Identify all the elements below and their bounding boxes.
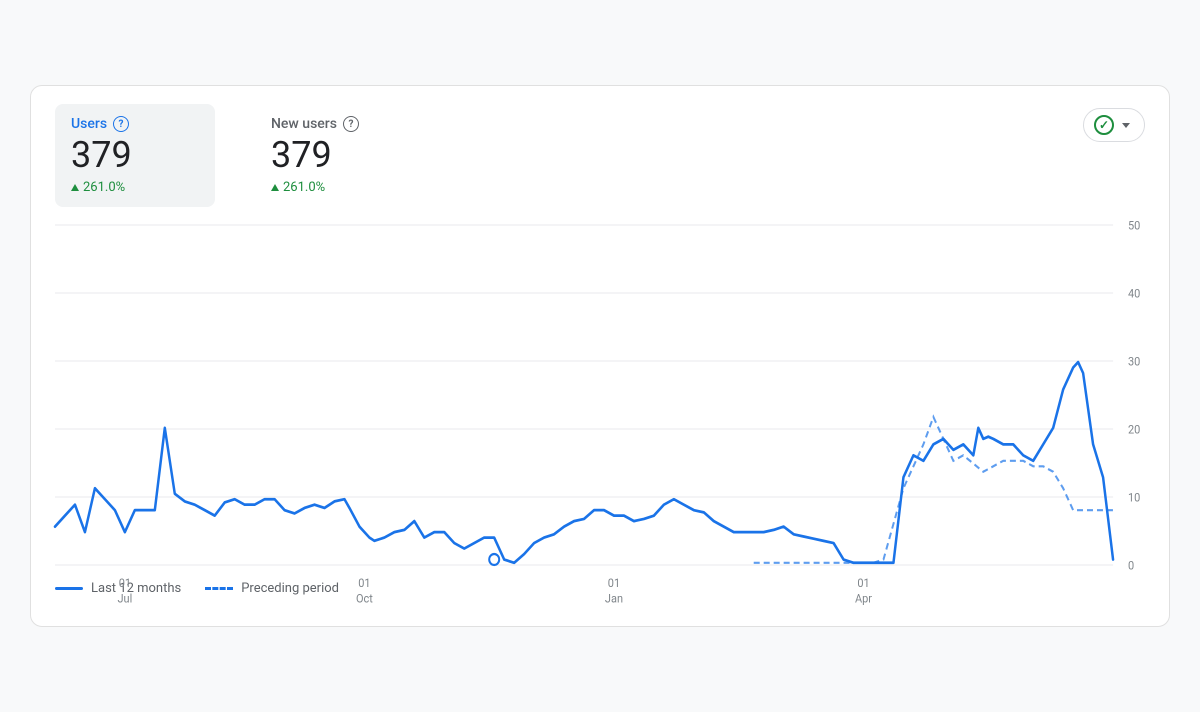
new-users-up-arrow	[271, 184, 279, 191]
y-label-50: 50	[1128, 218, 1140, 233]
users-label-text: Users	[71, 116, 107, 132]
x-label-jul: Jul	[117, 591, 132, 606]
new-users-change-value: 261.0%	[283, 180, 325, 195]
users-up-arrow	[71, 184, 79, 191]
main-line	[55, 362, 1113, 563]
users-value: 379	[71, 136, 195, 176]
checkmark-icon: ✓	[1099, 118, 1109, 132]
users-metric[interactable]: Users ? 379 261.0%	[55, 104, 215, 207]
new-users-help-icon[interactable]: ?	[343, 116, 359, 132]
x-label-jul-01: 01	[119, 575, 131, 590]
compare-button[interactable]: ✓	[1083, 108, 1145, 142]
y-label-0: 0	[1128, 558, 1134, 573]
users-label: Users ?	[71, 116, 195, 132]
line-chart: 01 Jul 01 Oct 01 Jan 01 Apr 50 40 30 20 …	[55, 225, 1145, 565]
x-label-oct: Oct	[356, 591, 373, 606]
new-users-label-text: New users	[271, 116, 337, 132]
y-label-40: 40	[1128, 286, 1140, 301]
legend-dashed-line	[205, 587, 233, 590]
new-users-metric[interactable]: New users ? 379 261.0%	[255, 104, 415, 207]
y-label-30: 30	[1128, 354, 1140, 369]
dropdown-arrow-icon	[1122, 123, 1130, 128]
x-label-apr: Apr	[855, 591, 872, 606]
metrics-row: Users ? 379 261.0% New users ? 379 261.0…	[31, 86, 1169, 225]
new-users-change: 261.0%	[271, 180, 395, 195]
users-change: 261.0%	[71, 180, 195, 195]
y-label-20: 20	[1128, 422, 1140, 437]
users-help-icon[interactable]: ?	[113, 116, 129, 132]
x-label-oct-01: 01	[358, 575, 370, 590]
legend-solid-label: Last 12 months	[91, 581, 181, 596]
y-label-10: 10	[1128, 490, 1140, 505]
check-circle-icon: ✓	[1094, 115, 1114, 135]
chart-legend: Last 12 months Preceding period	[31, 565, 1169, 596]
legend-dashed: Preceding period	[205, 581, 339, 596]
chart-area: 01 Jul 01 Oct 01 Jan 01 Apr 50 40 30 20 …	[55, 225, 1145, 565]
legend-solid-line	[55, 587, 83, 590]
preceding-period-line	[754, 417, 1113, 563]
analytics-card: Users ? 379 261.0% New users ? 379 261.0…	[30, 85, 1170, 627]
users-change-value: 261.0%	[83, 180, 125, 195]
x-label-apr-01: 01	[857, 575, 869, 590]
data-point-marker	[489, 554, 499, 565]
chart-container: 01 Jul 01 Oct 01 Jan 01 Apr 50 40 30 20 …	[31, 225, 1169, 565]
x-label-jan: Jan	[605, 591, 623, 606]
legend-dashed-label: Preceding period	[241, 581, 339, 596]
new-users-value: 379	[271, 136, 395, 176]
x-label-jan-01: 01	[608, 575, 620, 590]
new-users-label: New users ?	[271, 116, 395, 132]
top-controls: ✓	[1083, 108, 1145, 142]
